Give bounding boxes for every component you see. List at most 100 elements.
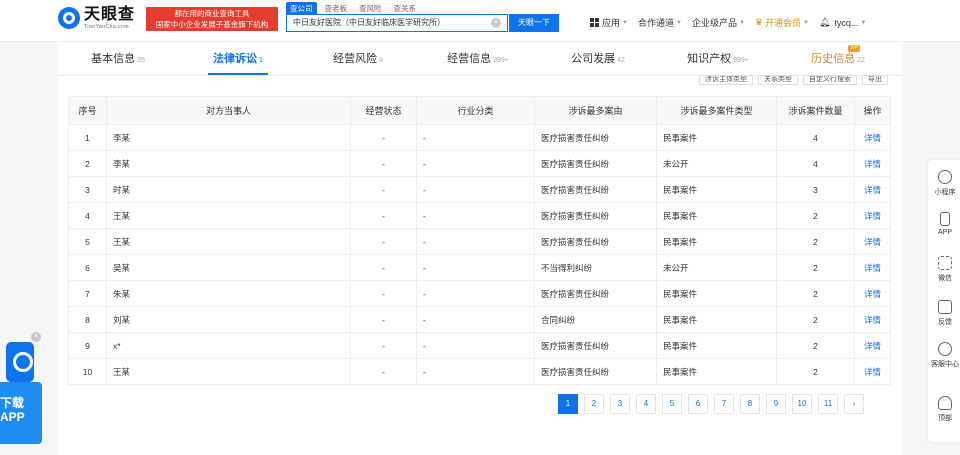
page-button[interactable]: 11	[818, 394, 838, 414]
page-button[interactable]: 1	[558, 394, 578, 414]
detail-link[interactable]: 详情	[854, 202, 891, 229]
detail-link[interactable]: 详情	[854, 332, 891, 359]
col-header-status: 经营状态	[350, 96, 417, 125]
cell-party: 李某	[106, 124, 351, 151]
detail-link[interactable]: 详情	[854, 228, 891, 255]
tianyancha-logo[interactable]: 天眼查 TianYanCha.com	[58, 6, 135, 30]
nav-enterprise[interactable]: 企业级产品 ▼	[692, 16, 745, 29]
cell-index: 3	[68, 176, 107, 203]
cell-index: 6	[68, 254, 107, 281]
nav-apps[interactable]: 应用 ▼	[590, 16, 628, 29]
search-input[interactable]: 中日友好医院（中日友好临床医学研究所） ×	[286, 14, 508, 32]
download-app-widget[interactable]: × 下载 APP	[0, 332, 42, 444]
main-card: 基本信息 35 法律诉讼 1 经营风险 8 经营信息 999+ 公司发展 42 知识产权 9…	[58, 42, 902, 455]
cell-status: -	[350, 306, 417, 333]
filter-party-type[interactable]: 涉诉主体类型	[699, 75, 753, 85]
page-button[interactable]: 10	[792, 394, 812, 414]
table-row: 2 李某 - - 医疗损害责任纠纷 未公开 4 详情	[68, 150, 891, 177]
slogan-line1: 都在用的商业查询工具	[174, 9, 250, 18]
page-button[interactable]: 2	[584, 394, 604, 414]
vip-badge: VIP	[847, 45, 860, 52]
filter-custom-search[interactable]: 自定义行搜索	[803, 75, 857, 85]
rail-back-to-top[interactable]: 顶部	[928, 396, 960, 423]
page-button[interactable]: 9	[766, 394, 786, 414]
detail-link[interactable]: 详情	[854, 358, 891, 385]
tab-business-info[interactable]: 经营信息 999+	[418, 42, 538, 75]
cell-case-type: 民事案件	[656, 202, 777, 229]
table-filters: 涉诉主体类型 关系类型 自定义行搜索 导出	[699, 75, 888, 85]
cell-status: -	[350, 124, 417, 151]
cell-index: 10	[68, 358, 107, 385]
eye-logo-icon	[58, 7, 80, 29]
tab-history[interactable]: 历史信息 22 VIP	[778, 42, 898, 75]
tab-ip[interactable]: 知识产权 999+	[658, 42, 778, 75]
cell-party: 时某	[106, 176, 351, 203]
cell-index: 7	[68, 280, 107, 307]
page-button[interactable]: 6	[688, 394, 708, 414]
cell-status: -	[350, 176, 417, 203]
rail-support[interactable]: 客服中心	[928, 342, 960, 369]
cell-case-type: 民事案件	[656, 124, 777, 151]
logo-title: 天眼查	[84, 6, 136, 23]
rail-mini-program[interactable]: 小程序	[928, 170, 960, 197]
page-button[interactable]: 8	[740, 394, 760, 414]
cell-cause: 医疗损害责任纠纷	[534, 332, 657, 359]
cell-party: 吴某	[106, 254, 351, 281]
table-row: 7 朱某 - - 医疗损害责任纠纷 民事案件 2 详情	[68, 280, 891, 307]
rail-wechat[interactable]: 微信	[928, 256, 960, 283]
nav-vip[interactable]: ♛ 开通会员 ▼	[755, 16, 809, 29]
nav-user[interactable]: 🔔︎ tycq... ▼	[819, 17, 866, 28]
cell-case-count: 2	[776, 202, 855, 229]
detail-link[interactable]: 详情	[854, 280, 891, 307]
cell-party: 李某	[106, 150, 351, 177]
page-button[interactable]: 5	[662, 394, 682, 414]
detail-link[interactable]: 详情	[854, 150, 891, 177]
col-header-cause: 涉诉最多案由	[534, 96, 657, 125]
detail-link[interactable]: 详情	[854, 254, 891, 281]
cell-party: 王某	[106, 202, 351, 229]
cell-case-count: 2	[776, 306, 855, 333]
tab-legal[interactable]: 法律诉讼 1	[178, 42, 298, 75]
slogan-line2: 国家中小企业发展子基金旗下机构	[155, 20, 269, 29]
slogan-banner[interactable]: 都在用的商业查询工具 国家中小企业发展子基金旗下机构	[146, 7, 278, 31]
app-logo-icon	[6, 342, 34, 382]
tab-development[interactable]: 公司发展 42	[538, 42, 658, 75]
bell-icon[interactable]: 🔔︎	[819, 17, 830, 28]
page-button[interactable]: 3	[610, 394, 630, 414]
cell-case-count: 2	[776, 332, 855, 359]
detail-link[interactable]: 详情	[854, 306, 891, 333]
rail-feedback[interactable]: 反馈	[928, 300, 960, 327]
rail-app[interactable]: APP	[928, 212, 960, 236]
page-button[interactable]: 7	[714, 394, 734, 414]
cell-industry: -	[416, 150, 535, 177]
top-nav: 应用 ▼ 合作通道 ▼ 企业级产品 ▼ ♛ 开通会员 ▼ 🔔︎ tycq... ▼	[590, 16, 876, 29]
pagination: 1 2 3 4 5 6 7 8 9 10 11 ›	[558, 394, 864, 414]
nav-cooperation[interactable]: 合作通道 ▼	[638, 16, 682, 29]
cell-party: 王某	[106, 228, 351, 255]
cell-cause: 合同纠纷	[534, 306, 657, 333]
detail-link[interactable]: 详情	[854, 124, 891, 151]
cell-case-type: 民事案件	[656, 176, 777, 203]
chat-bubble-icon	[938, 300, 952, 314]
tab-business-risk[interactable]: 经营风险 8	[298, 42, 418, 75]
export-button[interactable]: 导出	[862, 75, 888, 85]
page-button[interactable]: 4	[636, 394, 656, 414]
download-app-label[interactable]: 下载 APP	[0, 382, 42, 444]
cell-index: 9	[68, 332, 107, 359]
cell-cause: 不当得利纠纷	[534, 254, 657, 281]
filter-relation-type[interactable]: 关系类型	[758, 75, 798, 85]
logo-domain: TianYanCha.com	[84, 24, 130, 30]
tab-basic-info[interactable]: 基本信息 35	[58, 42, 178, 75]
cell-case-type: 民事案件	[656, 306, 777, 333]
table-row: 5 王某 - - 医疗损害责任纠纷 民事案件 2 详情	[68, 228, 891, 255]
table-row: 8 刘某 - - 合同纠纷 民事案件 2 详情	[68, 306, 891, 333]
cell-case-count: 4	[776, 124, 855, 151]
next-page-icon[interactable]: ›	[844, 394, 864, 414]
close-icon[interactable]: ×	[31, 332, 41, 342]
cell-case-type: 未公开	[656, 150, 777, 177]
detail-link[interactable]: 详情	[854, 176, 891, 203]
clear-icon[interactable]: ×	[491, 18, 501, 28]
cell-case-count: 2	[776, 254, 855, 281]
cell-status: -	[350, 202, 417, 229]
search-button[interactable]: 天眼一下	[509, 14, 559, 32]
